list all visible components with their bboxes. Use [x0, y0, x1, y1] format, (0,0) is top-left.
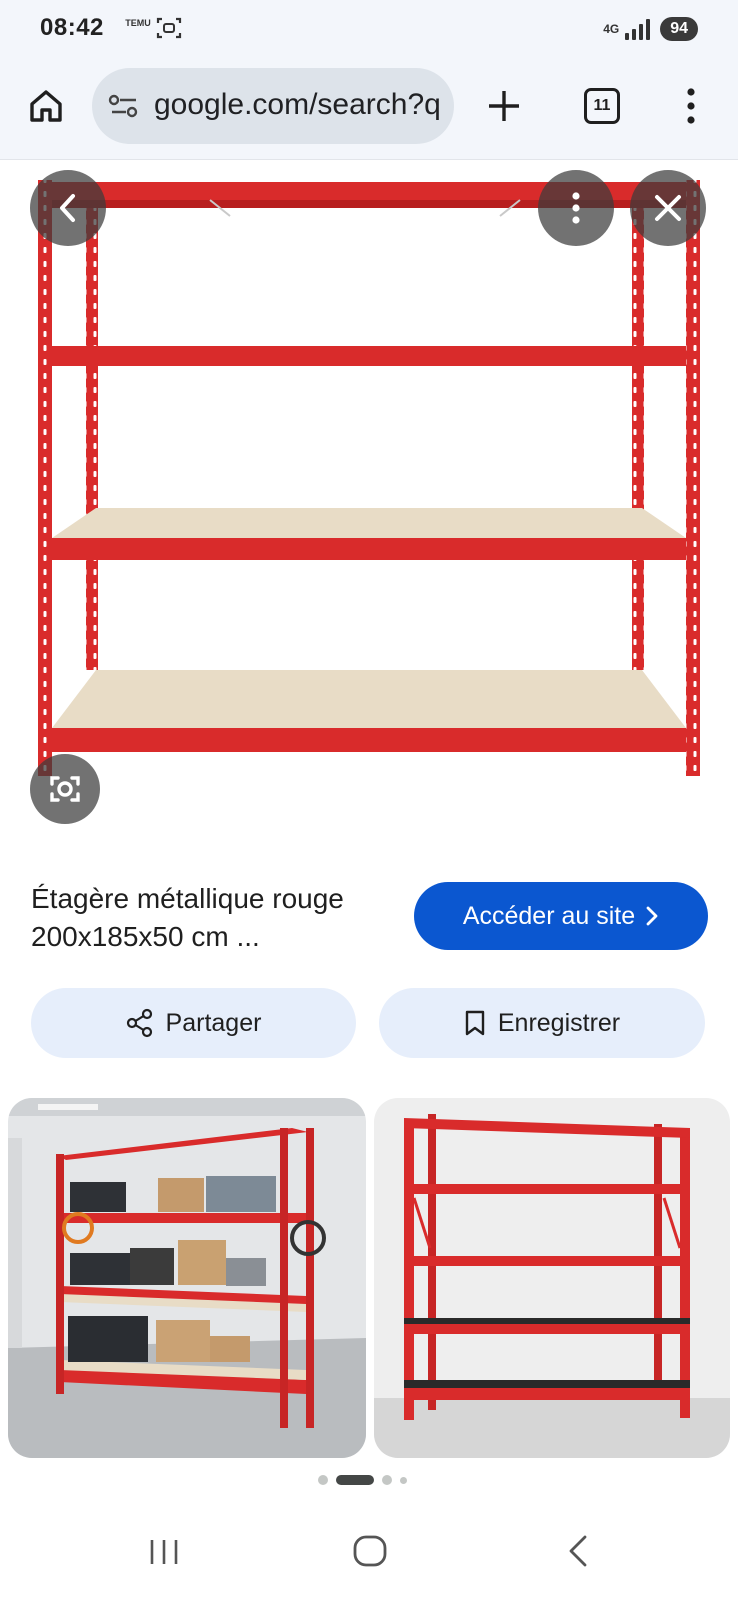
save-label: Enregistrer	[497, 1008, 621, 1037]
temu-notification-icon: TEMU	[125, 18, 151, 28]
more-vert-icon[interactable]	[676, 84, 706, 128]
share-button[interactable]: Partager	[31, 988, 356, 1058]
viewer-back-button[interactable]	[30, 170, 106, 246]
viewer-more-button[interactable]	[538, 170, 614, 246]
system-navigation-bar	[0, 1500, 738, 1600]
save-button[interactable]: Enregistrer	[379, 988, 705, 1058]
plus-icon[interactable]	[482, 84, 526, 128]
home-nav-icon[interactable]	[352, 1534, 388, 1568]
address-bar[interactable]: google.com/search?q	[92, 68, 454, 144]
visit-site-label: Accéder au site	[462, 901, 636, 930]
tune-icon[interactable]	[108, 94, 140, 118]
share-icon	[126, 1008, 152, 1038]
status-time: 08:42	[40, 14, 104, 41]
chevron-right-icon	[646, 906, 658, 926]
garage-shelf-image	[8, 1098, 366, 1458]
pager-dot-active	[336, 1475, 374, 1485]
red-shelf-image	[374, 1098, 730, 1458]
pagination-dots	[318, 1475, 407, 1485]
network-type: 4G	[603, 22, 620, 36]
lens-icon	[50, 776, 80, 802]
browser-toolbar: google.com/search?q 11	[0, 58, 738, 160]
home-icon[interactable]	[26, 86, 66, 126]
visit-site-button[interactable]: Accéder au site	[414, 882, 708, 950]
share-label: Partager	[165, 1008, 262, 1037]
product-image[interactable]	[0, 160, 738, 830]
bookmark-icon	[465, 1010, 485, 1036]
url-text: google.com/search?q	[154, 88, 441, 121]
recents-icon[interactable]	[146, 1536, 182, 1568]
close-icon	[655, 195, 681, 221]
signal-icon	[625, 18, 651, 40]
screenshot-icon	[156, 17, 182, 39]
more-vert-icon	[572, 192, 580, 224]
shelving-unit-image	[38, 180, 700, 776]
pager-dot	[400, 1476, 407, 1484]
related-image-red-shelf[interactable]	[374, 1098, 730, 1458]
tab-switcher-button[interactable]: 11	[584, 88, 620, 124]
related-image-garage[interactable]	[8, 1098, 366, 1458]
result-title[interactable]: Étagère métallique rouge 200x185x50 cm .…	[31, 880, 401, 956]
viewer-close-button[interactable]	[630, 170, 706, 246]
status-indicators: 4G 94	[603, 14, 698, 44]
lens-search-button[interactable]	[30, 754, 100, 824]
chevron-left-icon	[60, 194, 75, 222]
pager-dot	[382, 1475, 392, 1485]
battery-badge: 94	[660, 17, 698, 41]
pager-dot	[318, 1475, 328, 1485]
back-nav-icon[interactable]	[566, 1534, 590, 1568]
status-bar: 08:42 TEMU 4G 94	[0, 0, 738, 58]
